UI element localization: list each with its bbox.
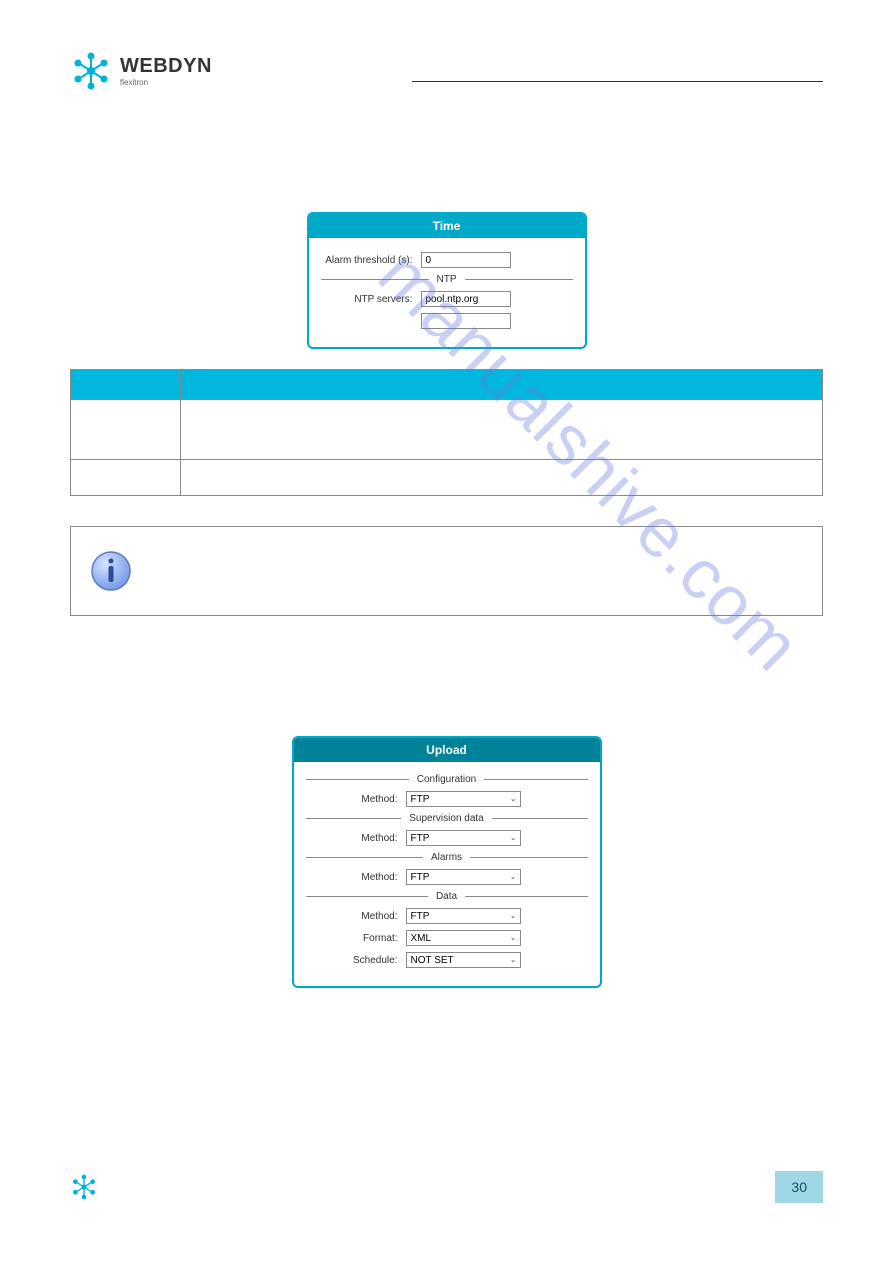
- table-header-1: [71, 370, 181, 400]
- data-schedule-label: Schedule:: [306, 955, 406, 966]
- data-format-select[interactable]: [406, 930, 521, 946]
- time-panel: Time Alarm threshold (s): NTP NTP server…: [307, 212, 587, 349]
- info-callout: [70, 526, 823, 616]
- alarms-method-select[interactable]: [406, 869, 521, 885]
- ntp-servers-label: NTP servers:: [321, 294, 421, 305]
- page-footer: 30: [0, 1171, 893, 1203]
- snowflake-icon: [70, 50, 112, 92]
- table-row: [71, 400, 823, 460]
- logo-subtitle: flexitron: [120, 78, 212, 87]
- header-rule: [412, 81, 823, 82]
- page-number: 30: [775, 1171, 823, 1203]
- alarms-method-label: Method:: [306, 872, 406, 883]
- ntp-section-label: NTP: [429, 274, 465, 285]
- supervision-method-label: Method:: [306, 833, 406, 844]
- supervision-method-select[interactable]: [406, 830, 521, 846]
- alarms-section-label: Alarms: [423, 852, 470, 863]
- ntp-server-input-2[interactable]: [421, 313, 511, 329]
- table-header-2: [181, 370, 823, 400]
- logo: WEBDYN flexitron: [70, 50, 212, 92]
- logo-brand: WEBDYN: [120, 55, 212, 78]
- table-cell: [181, 460, 823, 496]
- table-cell: [71, 400, 181, 460]
- data-schedule-select[interactable]: [406, 952, 521, 968]
- snowflake-icon: [70, 1173, 98, 1201]
- table-row: [71, 460, 823, 496]
- data-method-label: Method:: [306, 911, 406, 922]
- info-icon: [89, 549, 133, 593]
- alarm-threshold-input[interactable]: [421, 252, 511, 268]
- alarm-threshold-label: Alarm threshold (s):: [321, 255, 421, 266]
- data-section-label: Data: [428, 891, 465, 902]
- config-method-select[interactable]: [406, 791, 521, 807]
- table-cell: [181, 400, 823, 460]
- ntp-server-input-1[interactable]: [421, 291, 511, 307]
- data-method-select[interactable]: [406, 908, 521, 924]
- upload-panel-title: Upload: [294, 738, 600, 762]
- upload-panel: Upload Configuration Method: ⌄ Supervisi…: [292, 736, 602, 988]
- config-method-label: Method:: [306, 794, 406, 805]
- time-panel-title: Time: [309, 214, 585, 238]
- parameter-table: [70, 369, 823, 496]
- table-cell: [71, 460, 181, 496]
- supervision-section-label: Supervision data: [401, 813, 492, 824]
- data-format-label: Format:: [306, 933, 406, 944]
- page-header: WEBDYN flexitron: [70, 50, 823, 92]
- config-section-label: Configuration: [409, 774, 484, 785]
